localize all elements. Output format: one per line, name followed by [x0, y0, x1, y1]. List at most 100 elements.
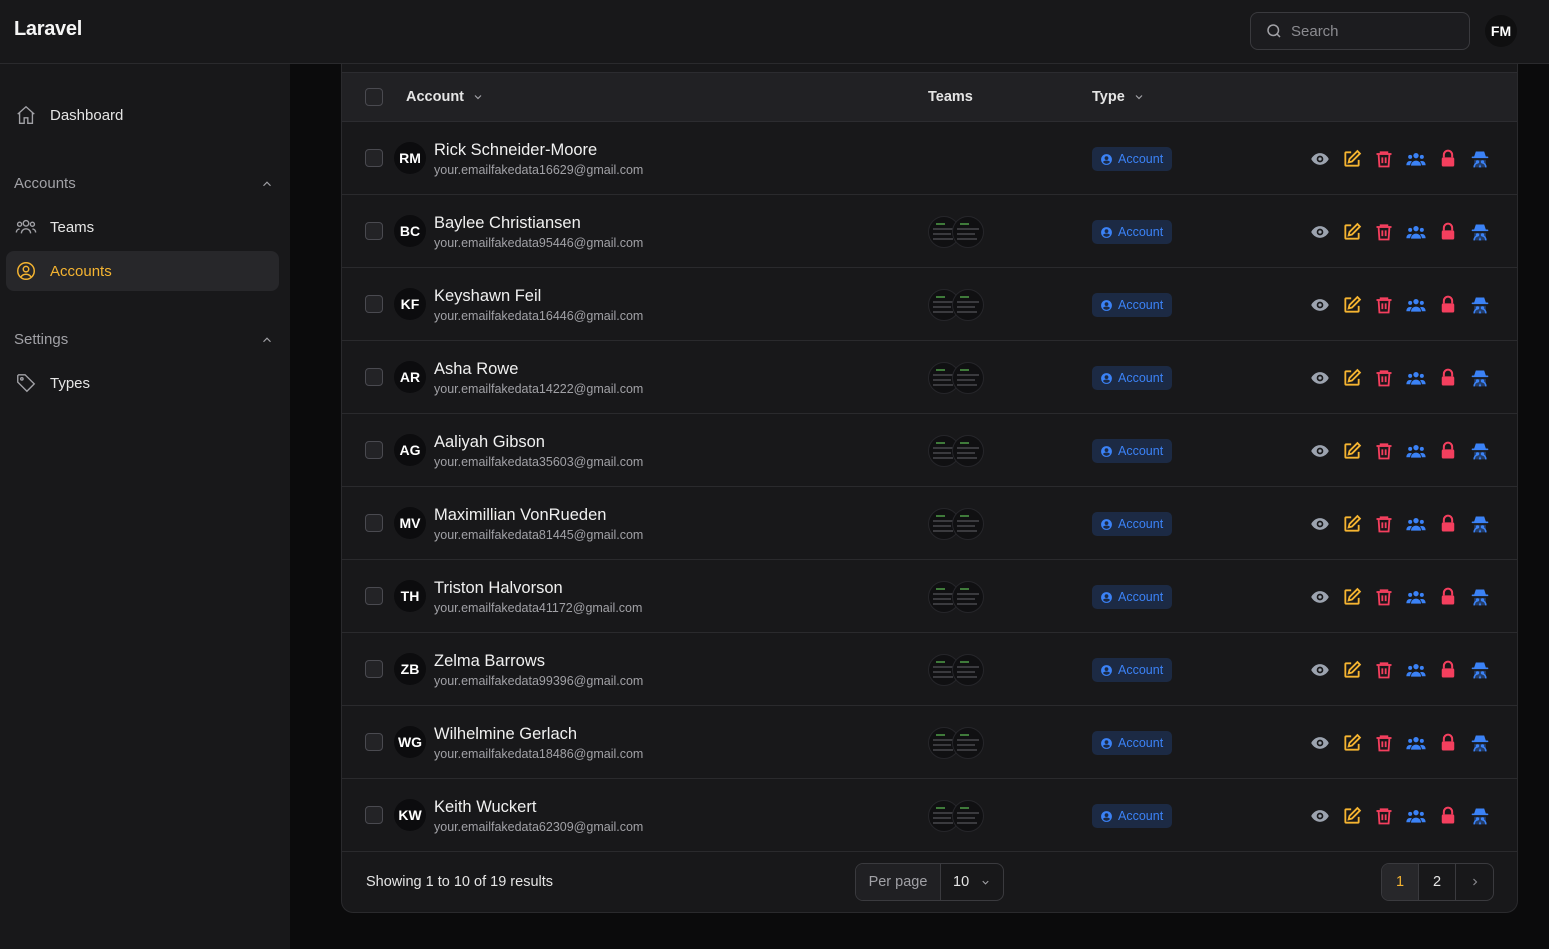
delete-button[interactable]: [1374, 514, 1394, 534]
edit-button[interactable]: [1342, 587, 1362, 607]
chevron-up-icon[interactable]: [260, 177, 274, 191]
teams-button[interactable]: [1406, 806, 1426, 826]
sidebar-item-dashboard[interactable]: Dashboard: [6, 95, 279, 135]
row-checkbox[interactable]: [365, 587, 383, 605]
team-thumbnail[interactable]: [952, 800, 984, 832]
row-checkbox[interactable]: [365, 368, 383, 386]
delete-button[interactable]: [1374, 587, 1394, 607]
view-button[interactable]: [1310, 806, 1330, 826]
row-checkbox[interactable]: [365, 441, 383, 459]
row-checkbox[interactable]: [365, 149, 383, 167]
edit-button[interactable]: [1342, 733, 1362, 753]
lock-button[interactable]: [1438, 806, 1458, 826]
row-checkbox[interactable]: [365, 295, 383, 313]
edit-button[interactable]: [1342, 660, 1362, 680]
page-button-1[interactable]: 1: [1382, 864, 1419, 900]
lock-button[interactable]: [1438, 295, 1458, 315]
teams-button[interactable]: [1406, 295, 1426, 315]
table-row[interactable]: AR Asha Rowe your.emailfakedata14222@gmail…: [342, 341, 1517, 414]
view-button[interactable]: [1310, 368, 1330, 388]
lock-button[interactable]: [1438, 587, 1458, 607]
teams-button[interactable]: [1406, 733, 1426, 753]
teams-button[interactable]: [1406, 587, 1426, 607]
view-button[interactable]: [1310, 587, 1330, 607]
column-header-type[interactable]: Type: [1092, 89, 1145, 105]
delete-button[interactable]: [1374, 368, 1394, 388]
row-checkbox[interactable]: [365, 806, 383, 824]
row-checkbox[interactable]: [365, 222, 383, 240]
team-thumbnail[interactable]: [952, 727, 984, 759]
edit-button[interactable]: [1342, 368, 1362, 388]
view-button[interactable]: [1310, 295, 1330, 315]
edit-button[interactable]: [1342, 514, 1362, 534]
impersonate-button[interactable]: [1470, 806, 1490, 826]
team-thumbnail[interactable]: [952, 581, 984, 613]
column-header-account[interactable]: Account: [406, 89, 484, 105]
table-row[interactable]: WG Wilhelmine Gerlach your.emailfakedata18…: [342, 706, 1517, 779]
edit-button[interactable]: [1342, 441, 1362, 461]
view-button[interactable]: [1310, 222, 1330, 242]
table-row[interactable]: BC Baylee Christiansen your.emailfakedata9…: [342, 195, 1517, 268]
table-row[interactable]: KW Keith Wuckert your.emailfakedata62309@g…: [342, 779, 1517, 852]
team-thumbnail[interactable]: [952, 362, 984, 394]
teams-button[interactable]: [1406, 368, 1426, 388]
row-checkbox[interactable]: [365, 660, 383, 678]
lock-button[interactable]: [1438, 149, 1458, 169]
team-thumbnail[interactable]: [952, 654, 984, 686]
view-button[interactable]: [1310, 514, 1330, 534]
delete-button[interactable]: [1374, 149, 1394, 169]
delete-button[interactable]: [1374, 222, 1394, 242]
search-box[interactable]: [1250, 12, 1470, 50]
lock-button[interactable]: [1438, 222, 1458, 242]
next-page-button[interactable]: [1456, 864, 1493, 900]
lock-button[interactable]: [1438, 733, 1458, 753]
chevron-up-icon[interactable]: [260, 333, 274, 347]
edit-button[interactable]: [1342, 806, 1362, 826]
impersonate-button[interactable]: [1470, 149, 1490, 169]
row-checkbox[interactable]: [365, 733, 383, 751]
delete-button[interactable]: [1374, 806, 1394, 826]
table-row[interactable]: MV Maximillian VonRueden your.emailfakedat…: [342, 487, 1517, 560]
impersonate-button[interactable]: [1470, 222, 1490, 242]
lock-button[interactable]: [1438, 514, 1458, 534]
table-row[interactable]: RM Rick Schneider-Moore your.emailfakedata…: [342, 122, 1517, 195]
lock-button[interactable]: [1438, 660, 1458, 680]
edit-button[interactable]: [1342, 149, 1362, 169]
delete-button[interactable]: [1374, 733, 1394, 753]
delete-button[interactable]: [1374, 660, 1394, 680]
impersonate-button[interactable]: [1470, 660, 1490, 680]
page-button-2[interactable]: 2: [1419, 864, 1456, 900]
table-row[interactable]: ZB Zelma Barrows your.emailfakedata99396@g…: [342, 633, 1517, 706]
row-checkbox[interactable]: [365, 514, 383, 532]
sidebar-item-accounts[interactable]: Accounts: [6, 251, 279, 291]
impersonate-button[interactable]: [1470, 587, 1490, 607]
lock-button[interactable]: [1438, 441, 1458, 461]
delete-button[interactable]: [1374, 295, 1394, 315]
sidebar-item-teams[interactable]: Teams: [6, 207, 279, 247]
sidebar-group-accounts[interactable]: Accounts: [14, 175, 274, 192]
view-button[interactable]: [1310, 441, 1330, 461]
edit-button[interactable]: [1342, 222, 1362, 242]
table-row[interactable]: TH Triston Halvorson your.emailfakedata411…: [342, 560, 1517, 633]
teams-button[interactable]: [1406, 514, 1426, 534]
teams-button[interactable]: [1406, 149, 1426, 169]
team-thumbnail[interactable]: [952, 216, 984, 248]
search-input[interactable]: [1291, 22, 1461, 40]
impersonate-button[interactable]: [1470, 514, 1490, 534]
impersonate-button[interactable]: [1470, 295, 1490, 315]
delete-button[interactable]: [1374, 441, 1394, 461]
team-thumbnail[interactable]: [952, 289, 984, 321]
impersonate-button[interactable]: [1470, 733, 1490, 753]
impersonate-button[interactable]: [1470, 368, 1490, 388]
table-row[interactable]: AG Aaliyah Gibson your.emailfakedata35603@…: [342, 414, 1517, 487]
impersonate-button[interactable]: [1470, 441, 1490, 461]
edit-button[interactable]: [1342, 295, 1362, 315]
teams-button[interactable]: [1406, 222, 1426, 242]
team-thumbnail[interactable]: [952, 435, 984, 467]
view-button[interactable]: [1310, 660, 1330, 680]
lock-button[interactable]: [1438, 368, 1458, 388]
team-thumbnail[interactable]: [952, 508, 984, 540]
sidebar-item-types[interactable]: Types: [6, 363, 279, 403]
teams-button[interactable]: [1406, 441, 1426, 461]
select-all-checkbox[interactable]: [365, 88, 383, 106]
